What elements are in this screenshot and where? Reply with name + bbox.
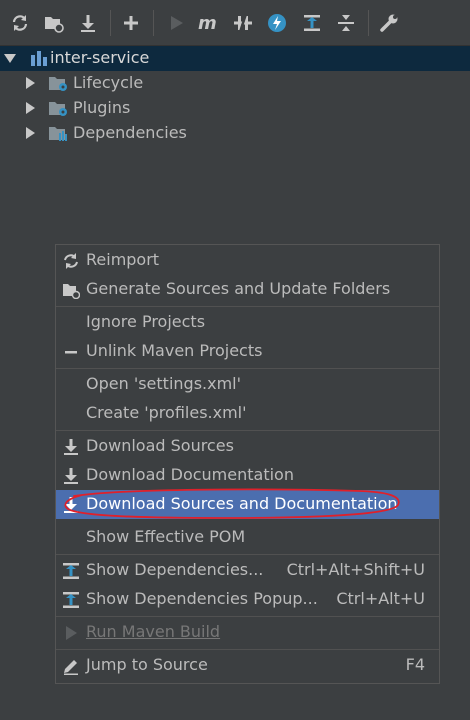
menu-item-download-sources[interactable]: Download Sources <box>56 432 439 461</box>
svg-text:m: m <box>198 13 217 34</box>
menu-item-label: Show Dependencies... <box>86 560 264 579</box>
menu-item-label: Generate Sources and Update Folders <box>86 279 391 298</box>
menu-item-shortcut: Ctrl+Alt+U <box>336 589 425 608</box>
show-dependencies-icon[interactable] <box>301 12 323 34</box>
chevron-right-icon[interactable] <box>24 102 36 114</box>
menu-item-label: Ignore Projects <box>86 312 206 331</box>
menu-item-show-dependencies[interactable]: Show Dependencies... Ctrl+Alt+Shift+U <box>56 556 439 585</box>
toolbar-separator <box>153 10 154 36</box>
menu-item-label: Unlink Maven Projects <box>86 341 263 360</box>
menu-item-label: Show Dependencies Popup... <box>86 589 318 608</box>
toolbar-separator <box>110 10 111 36</box>
reimport-icon[interactable] <box>9 12 31 34</box>
menu-separator <box>56 616 439 617</box>
menu-separator <box>56 554 439 555</box>
menu-item-show-effective-pom[interactable]: Show Effective POM <box>56 523 439 552</box>
download-icon[interactable] <box>77 12 99 34</box>
menu-item-unlink-projects[interactable]: Unlink Maven Projects <box>56 337 439 366</box>
tree-item-lifecycle[interactable]: Lifecycle <box>0 71 470 96</box>
menu-item-label: Reimport <box>86 250 160 269</box>
menu-item-ignore-projects[interactable]: Ignore Projects <box>56 308 439 337</box>
folder-gear-icon <box>49 77 67 91</box>
toggle-offline-icon[interactable] <box>232 12 254 34</box>
menu-item-reimport[interactable]: Reimport <box>56 246 439 275</box>
menu-separator <box>56 306 439 307</box>
settings-wrench-icon[interactable] <box>378 12 400 34</box>
menu-item-jump-to-source[interactable]: Jump to Source F4 <box>56 651 439 680</box>
tree-label: Lifecycle <box>73 73 144 92</box>
menu-separator <box>56 368 439 369</box>
reimport-icon <box>64 253 78 269</box>
show-dependencies-icon <box>63 563 79 579</box>
menu-item-run-maven-build: Run Maven Build <box>56 618 439 647</box>
generate-sources-icon <box>63 284 80 299</box>
chevron-down-icon[interactable] <box>4 52 16 64</box>
minus-icon <box>65 351 77 354</box>
tree-label: Plugins <box>73 98 131 117</box>
menu-item-label: Show Effective POM <box>86 527 246 546</box>
tree-item-plugins[interactable]: Plugins <box>0 96 470 121</box>
menu-separator <box>56 649 439 650</box>
run-icon <box>66 626 77 640</box>
menu-item-label: Jump to Source <box>86 655 208 674</box>
menu-item-download-sources-and-docs[interactable]: Download Sources and Documentation <box>56 490 439 519</box>
skip-tests-icon[interactable] <box>266 12 288 34</box>
menu-item-open-settings[interactable]: Open 'settings.xml' <box>56 370 439 399</box>
pencil-icon <box>64 660 78 675</box>
menu-item-shortcut: F4 <box>405 655 425 674</box>
folder-bars-icon <box>49 127 67 141</box>
menu-item-show-dependencies-popup[interactable]: Show Dependencies Popup... Ctrl+Alt+U <box>56 585 439 614</box>
chevron-right-icon[interactable] <box>24 77 36 89</box>
download-icon <box>64 468 78 484</box>
folder-gear-icon <box>49 102 67 116</box>
menu-item-label: Open 'settings.xml' <box>86 374 242 393</box>
show-dependencies-icon <box>63 592 79 608</box>
download-icon <box>64 497 78 513</box>
chevron-right-icon[interactable] <box>24 127 36 139</box>
maven-project-icon <box>31 51 47 66</box>
add-icon[interactable] <box>120 12 142 34</box>
tree-item-dependencies[interactable]: Dependencies <box>0 121 470 146</box>
tree-item-project[interactable]: inter-service <box>0 46 470 71</box>
menu-item-label: Download Documentation <box>86 465 294 484</box>
menu-item-create-profiles[interactable]: Create 'profiles.xml' <box>56 399 439 428</box>
menu-item-generate-sources[interactable]: Generate Sources and Update Folders <box>56 275 439 304</box>
menu-item-label: Download Sources <box>86 436 234 455</box>
collapse-all-icon[interactable] <box>335 12 357 34</box>
menu-item-label: Download Sources and Documentation <box>86 494 398 513</box>
menu-separator <box>56 430 439 431</box>
maven-goal-icon[interactable]: m <box>197 12 219 34</box>
tree-label: Dependencies <box>73 123 187 142</box>
menu-item-label: Create 'profiles.xml' <box>86 403 247 422</box>
maven-toolbar: m <box>0 0 470 46</box>
generate-sources-icon[interactable] <box>43 12 65 34</box>
project-name: inter-service <box>50 48 150 67</box>
run-icon[interactable] <box>165 12 187 34</box>
menu-item-label: Run Maven Build <box>86 622 221 641</box>
menu-item-download-documentation[interactable]: Download Documentation <box>56 461 439 490</box>
download-icon <box>64 439 78 455</box>
context-menu: Reimport Generate Sources and Update Fol… <box>55 244 440 684</box>
toolbar-separator <box>368 10 369 36</box>
menu-item-shortcut: Ctrl+Alt+Shift+U <box>286 560 425 579</box>
